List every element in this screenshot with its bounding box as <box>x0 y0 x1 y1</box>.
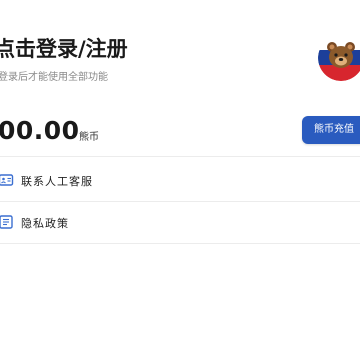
login-register-title[interactable]: 点击登录/注册 <box>0 33 128 63</box>
menu-item-privacy-policy[interactable]: 隐私政策 <box>0 202 360 242</box>
login-hint-text: 登录后才能使用全部功能 <box>0 72 108 83</box>
login-header[interactable]: 点击登录/注册 登录后才能使用全部功能 <box>0 0 360 104</box>
wallet-balance-row: 00.00 熊币 熊币充值 <box>0 106 360 154</box>
menu-item-customer-service[interactable]: 联系人工客服 <box>0 160 360 200</box>
privacy-policy-icon <box>0 214 14 230</box>
customer-service-icon <box>0 172 14 188</box>
recharge-button[interactable]: 熊币充值 <box>302 116 360 144</box>
profile-page: 点击登录/注册 登录后才能使用全部功能 00.00 熊币 熊币充值 联系人工客服… <box>0 0 360 360</box>
bear-avatar-icon <box>318 35 360 81</box>
avatar[interactable] <box>318 35 360 81</box>
divider <box>0 243 360 244</box>
balance-unit: 熊币 <box>79 132 99 143</box>
divider <box>0 156 360 157</box>
menu-item-label: 联系人工客服 <box>21 175 93 188</box>
menu-item-label: 隐私政策 <box>21 217 69 230</box>
balance-amount: 00.00 <box>0 116 80 145</box>
